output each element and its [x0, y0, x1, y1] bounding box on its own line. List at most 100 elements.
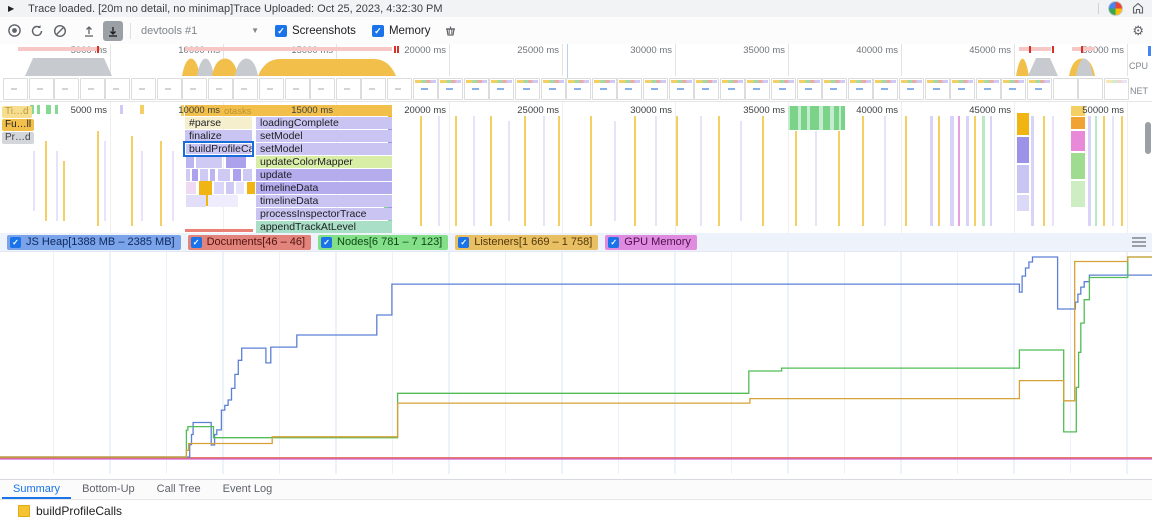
screenshot-thumbnail[interactable]: [3, 78, 28, 100]
flame-event-bar[interactable]: setModel: [256, 130, 392, 142]
profile-avatar[interactable]: [1108, 1, 1123, 16]
screenshot-thumbnail[interactable]: [950, 78, 975, 100]
screenshot-thumbnail[interactable]: [259, 78, 284, 100]
tab-call-tree[interactable]: Call Tree: [146, 480, 212, 499]
counter-toggle-chip[interactable]: ✓JS Heap[1388 MB – 2385 MB]: [7, 235, 181, 250]
screenshot-thumbnail[interactable]: [925, 78, 950, 100]
flame-event-bar-selected[interactable]: buildProfileCalls: [185, 143, 252, 155]
screenshot-thumbnail[interactable]: [1001, 78, 1026, 100]
screenshot-thumbnail[interactable]: [361, 78, 386, 100]
tab-summary[interactable]: Summary: [2, 480, 71, 499]
expand-arrow-icon[interactable]: ▶: [8, 4, 14, 13]
flame-activity-stripe: [243, 169, 252, 181]
counter-label: Nodes[6 781 – 7 123]: [337, 236, 442, 248]
screenshots-checkbox[interactable]: ✓ Screenshots: [275, 25, 356, 37]
profile-select[interactable]: devtools #1 ▼: [141, 25, 259, 37]
reload-icon[interactable]: [27, 21, 47, 41]
screenshot-thumbnail[interactable]: [541, 78, 566, 100]
screenshot-thumbnail[interactable]: [720, 78, 745, 100]
screenshot-thumbnail[interactable]: [617, 78, 642, 100]
counter-toggle-chip[interactable]: ✓GPU Memory: [605, 235, 697, 250]
screenshot-thumbnail[interactable]: [310, 78, 335, 100]
screenshot-thumbnail[interactable]: [131, 78, 156, 100]
screenshot-thumbnail[interactable]: [592, 78, 617, 100]
screenshot-thumbnail[interactable]: [54, 78, 79, 100]
memory-checkbox[interactable]: ✓ Memory: [372, 25, 431, 37]
net-activity-blip: [1148, 46, 1151, 56]
flame-activity-stripe: [740, 121, 742, 221]
screenshot-thumbnail[interactable]: [285, 78, 310, 100]
counter-toggle-chip[interactable]: ✓Nodes[6 781 – 7 123]: [318, 235, 448, 250]
screenshot-thumbnail[interactable]: [464, 78, 489, 100]
screenshot-thumbnail[interactable]: [976, 78, 1001, 100]
tab-event-log[interactable]: Event Log: [212, 480, 284, 499]
screenshot-thumbnail[interactable]: [745, 78, 770, 100]
screenshot-thumbnail[interactable]: [80, 78, 105, 100]
counter-label: JS Heap[1388 MB – 2385 MB]: [26, 236, 175, 248]
flame-event-bar[interactable]: finalize: [185, 130, 252, 142]
devtools-performance-panel: ▶ Trace loaded. [20m no detail, no minim…: [0, 0, 1152, 521]
screenshot-thumbnail[interactable]: [29, 78, 54, 100]
screenshot-thumbnail[interactable]: [105, 78, 130, 100]
screenshot-thumbnail[interactable]: [1104, 78, 1129, 100]
download-trace-button[interactable]: [103, 21, 123, 41]
screenshot-thumbnail[interactable]: [515, 78, 540, 100]
flame-event-bar[interactable]: setModel: [256, 143, 392, 155]
flame-event-bar[interactable]: update: [256, 169, 392, 181]
screenshot-thumbnail[interactable]: [899, 78, 924, 100]
flame-activity-stripe: [186, 156, 194, 168]
screenshot-thumbnail[interactable]: [413, 78, 438, 100]
timeline-overview[interactable]: 5000 ms10000 ms15000 ms20000 ms25000 ms3…: [0, 44, 1152, 102]
flame-chart[interactable]: 5000 ms10000 ms15000 ms20000 ms25000 ms3…: [0, 101, 1152, 235]
flame-event-bar[interactable]: updateColorMapper: [256, 156, 392, 168]
screenshot-thumbnail[interactable]: [1053, 78, 1078, 100]
home-icon[interactable]: [1132, 2, 1144, 16]
screenshot-thumbnail[interactable]: [873, 78, 898, 100]
screenshot-thumbnail[interactable]: [157, 78, 182, 100]
flame-event-bar[interactable]: timelineData: [256, 182, 392, 194]
flame-event-bar[interactable]: processInspectorTrace: [256, 208, 392, 220]
track-name-chip[interactable]: Fu…ll: [2, 119, 34, 131]
counter-toggle-chip[interactable]: ✓Documents[46 – 46]: [188, 235, 311, 250]
screenshot-thumbnail[interactable]: [489, 78, 514, 100]
screenshot-thumbnail[interactable]: [822, 78, 847, 100]
flame-activity-stripe: [196, 156, 222, 168]
screenshot-thumbnail[interactable]: [797, 78, 822, 100]
counter-toggle-chip[interactable]: ✓Listeners[1 669 – 1 758]: [455, 235, 598, 250]
flame-event-bar[interactable]: #parse: [185, 117, 252, 129]
screenshot-thumbnail[interactable]: [208, 78, 233, 100]
track-name-chip[interactable]: Pr…d: [2, 132, 34, 144]
screenshot-thumbnail[interactable]: [643, 78, 668, 100]
performance-toolbar: devtools #1 ▼ ✓ Screenshots ✓ Memory ⚙: [0, 17, 1152, 45]
settings-gear-icon[interactable]: ⚙: [1132, 23, 1144, 39]
upload-trace-icon[interactable]: [79, 21, 99, 41]
screenshot-thumbnail[interactable]: [669, 78, 694, 100]
flame-event-bar[interactable]: appendTrackAtLevel: [256, 221, 392, 233]
clear-icon[interactable]: [50, 21, 70, 41]
screenshot-thumbnail[interactable]: [848, 78, 873, 100]
screenshot-thumbnail[interactable]: [566, 78, 591, 100]
cpu-activity-shape: [212, 59, 238, 77]
screenshot-thumbnail[interactable]: [387, 78, 412, 100]
screenshot-thumbnail[interactable]: [694, 78, 719, 100]
screenshot-thumbnail[interactable]: [1027, 78, 1052, 100]
flame-event-bar[interactable]: loadingComplete: [256, 117, 392, 129]
flame-activity-stripe: [233, 169, 241, 181]
thumbnail-content: [901, 80, 922, 83]
screenshot-thumbnail[interactable]: [233, 78, 258, 100]
legend-menu-icon[interactable]: [1132, 235, 1146, 249]
track-name-chip[interactable]: Ti…d: [2, 106, 32, 118]
screenshot-thumbnail[interactable]: [438, 78, 463, 100]
record-icon[interactable]: [4, 21, 24, 41]
event-color-swatch: [18, 505, 30, 517]
screenshot-thumbnail[interactable]: [182, 78, 207, 100]
flame-event-bar[interactable]: timelineData: [256, 195, 392, 207]
screenshots-filmstrip[interactable]: [0, 77, 1152, 100]
screenshot-thumbnail[interactable]: [336, 78, 361, 100]
collect-garbage-icon[interactable]: [440, 21, 460, 41]
tab-bottom-up[interactable]: Bottom-Up: [71, 480, 146, 499]
flame-ruler-label: 50000 ms: [1054, 105, 1124, 116]
flame-scrollbar-thumb[interactable]: [1145, 122, 1151, 154]
screenshot-thumbnail[interactable]: [1078, 78, 1103, 100]
screenshot-thumbnail[interactable]: [771, 78, 796, 100]
